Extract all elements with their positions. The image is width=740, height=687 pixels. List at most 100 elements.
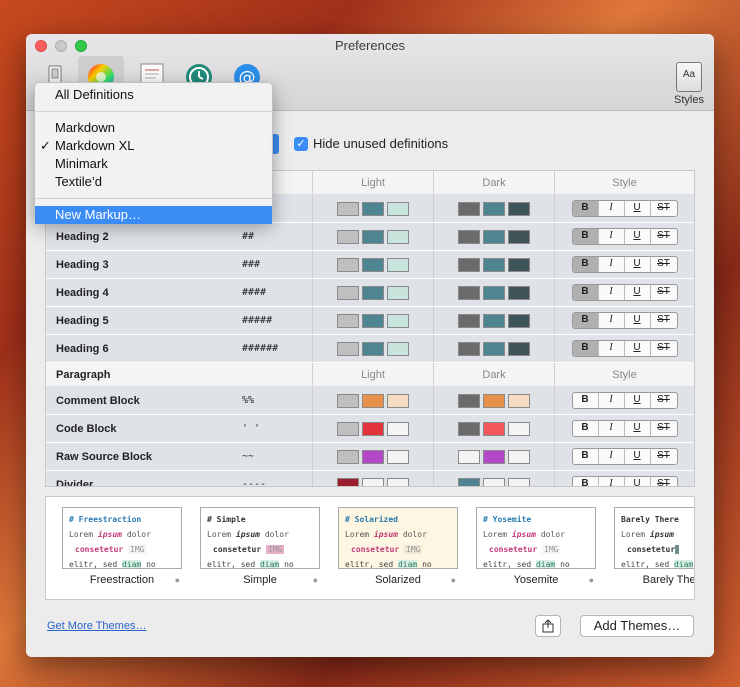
theme-card[interactable]: # Yosemite Lorem ipsum dolor consetetur IM… [476,507,596,586]
color-swatch[interactable] [458,449,480,464]
italic-toggle[interactable]: I [599,201,625,216]
color-swatch[interactable] [483,421,505,436]
color-swatch[interactable] [458,341,480,356]
strikethrough-toggle[interactable]: ST [651,477,677,486]
bold-toggle[interactable]: B [572,201,599,216]
italic-toggle[interactable]: I [599,229,625,244]
theme-card[interactable]: # Freestraction Lorem ipsum dolor consetet… [62,507,182,586]
color-swatch[interactable] [483,477,505,486]
color-swatch[interactable] [458,201,480,216]
strikethrough-toggle[interactable]: ST [651,393,677,408]
color-swatch[interactable] [458,257,480,272]
color-swatch[interactable] [387,229,409,244]
color-swatch[interactable] [458,421,480,436]
color-swatch[interactable] [387,477,409,486]
italic-toggle[interactable]: I [599,477,625,486]
menu-item-markup[interactable]: Markdown [35,119,272,137]
color-swatch[interactable] [387,449,409,464]
color-swatch[interactable] [508,393,530,408]
underline-toggle[interactable]: U [625,285,651,300]
italic-toggle[interactable]: I [599,313,625,328]
hide-unused-checkbox[interactable]: ✓ Hide unused definitions [294,136,448,151]
italic-toggle[interactable]: I [599,421,625,436]
toolbar-styles[interactable]: Aa Styles [666,56,712,108]
color-swatch[interactable] [483,257,505,272]
underline-toggle[interactable]: U [625,477,651,486]
color-swatch[interactable] [387,201,409,216]
strikethrough-toggle[interactable]: ST [651,341,677,356]
theme-card[interactable]: # Simple Lorem ipsum dolor consetetur IMG e… [200,507,320,586]
underline-toggle[interactable]: U [625,393,651,408]
color-swatch[interactable] [458,313,480,328]
bold-toggle[interactable]: B [572,257,599,272]
color-swatch[interactable] [387,313,409,328]
color-swatch[interactable] [508,257,530,272]
color-swatch[interactable] [337,421,359,436]
color-swatch[interactable] [483,313,505,328]
color-swatch[interactable] [458,393,480,408]
color-swatch[interactable] [362,449,384,464]
color-swatch[interactable] [483,449,505,464]
italic-toggle[interactable]: I [599,257,625,272]
menu-item-markup[interactable]: Minimark [35,155,272,173]
color-swatch[interactable] [508,285,530,300]
color-swatch[interactable] [362,285,384,300]
strikethrough-toggle[interactable]: ST [651,201,677,216]
color-swatch[interactable] [508,229,530,244]
italic-toggle[interactable]: I [599,393,625,408]
italic-toggle[interactable]: I [599,449,625,464]
strikethrough-toggle[interactable]: ST [651,285,677,300]
color-swatch[interactable] [337,393,359,408]
color-swatch[interactable] [458,229,480,244]
color-swatch[interactable] [483,393,505,408]
underline-toggle[interactable]: U [625,449,651,464]
color-swatch[interactable] [387,393,409,408]
underline-toggle[interactable]: U [625,313,651,328]
bold-toggle[interactable]: B [572,285,599,300]
bold-toggle[interactable]: B [572,341,599,356]
color-swatch[interactable] [387,421,409,436]
underline-toggle[interactable]: U [625,421,651,436]
color-swatch[interactable] [362,341,384,356]
color-swatch[interactable] [483,201,505,216]
color-swatch[interactable] [337,477,359,486]
color-swatch[interactable] [337,201,359,216]
color-swatch[interactable] [337,257,359,272]
definition-row[interactable]: Heading 5 ##### B I U ST [46,307,694,335]
color-swatch[interactable] [362,313,384,328]
color-swatch[interactable] [483,285,505,300]
theme-card[interactable]: Barely There Lorem ipsum consetetur elitr,… [614,507,694,586]
bold-toggle[interactable]: B [573,393,599,408]
color-swatch[interactable] [483,229,505,244]
color-swatch[interactable] [337,285,359,300]
bold-toggle[interactable]: B [572,229,599,244]
color-swatch[interactable] [337,313,359,328]
color-swatch[interactable] [387,341,409,356]
strikethrough-toggle[interactable]: ST [651,421,677,436]
strikethrough-toggle[interactable]: ST [651,229,677,244]
menu-item-markup[interactable]: Textile’d [35,173,272,191]
color-swatch[interactable] [387,285,409,300]
color-swatch[interactable] [362,421,384,436]
color-swatch[interactable] [508,449,530,464]
color-swatch[interactable] [508,341,530,356]
color-swatch[interactable] [362,229,384,244]
underline-toggle[interactable]: U [625,257,651,272]
definition-row[interactable]: Comment Block%% B I U ST [46,387,694,415]
definition-row[interactable]: Heading 4 #### B I U ST [46,279,694,307]
strikethrough-toggle[interactable]: ST [651,257,677,272]
definition-row[interactable]: Divider ---- B I U ST [46,471,694,486]
menu-item-new-markup[interactable]: New Markup… [35,206,272,224]
definition-row[interactable]: Heading 2 ## B I U ST [46,223,694,251]
menu-item-all-definitions[interactable]: All Definitions [35,86,272,104]
color-swatch[interactable] [458,477,480,486]
bold-toggle[interactable]: B [572,313,599,328]
strikethrough-toggle[interactable]: ST [651,449,677,464]
color-swatch[interactable] [508,421,530,436]
bold-toggle[interactable]: B [573,477,599,486]
get-more-themes-link[interactable]: Get More Themes… [47,620,146,632]
theme-card[interactable]: # Solarized Lorem ipsum dolor consetetur I… [338,507,458,586]
underline-toggle[interactable]: U [625,229,651,244]
italic-toggle[interactable]: I [599,285,625,300]
color-swatch[interactable] [337,229,359,244]
